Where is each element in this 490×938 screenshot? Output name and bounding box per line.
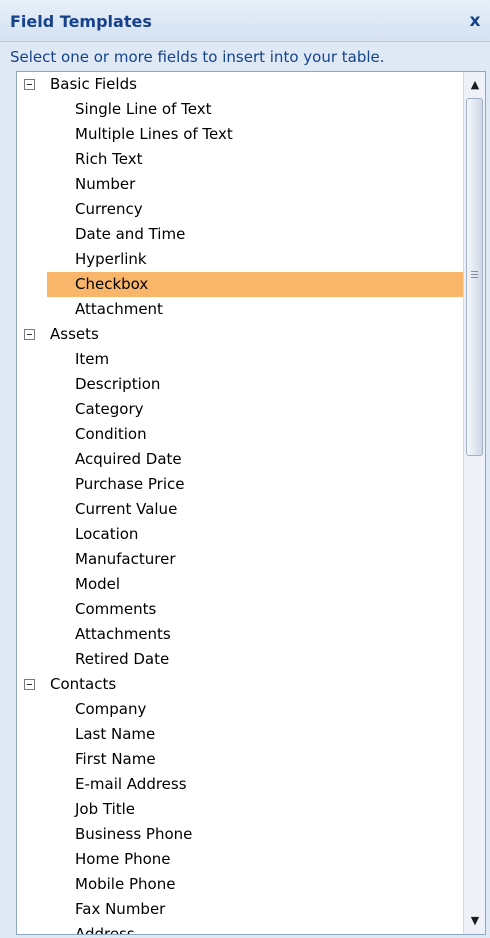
tree-item-label: Address xyxy=(75,925,135,934)
tree-item-label: Last Name xyxy=(75,725,156,743)
tree-item[interactable]: Attachment xyxy=(17,297,463,322)
tree-item[interactable]: Address xyxy=(17,922,463,934)
tree-item-label: Multiple Lines of Text xyxy=(75,125,233,143)
tree-item[interactable]: Retired Date xyxy=(17,647,463,672)
tree-item-selected[interactable]: Checkbox xyxy=(47,272,463,297)
tree-item-label: Company xyxy=(75,700,147,718)
tree-item[interactable]: Condition xyxy=(17,422,463,447)
tree-item-label: Condition xyxy=(75,425,147,443)
tree-item-label: Job Title xyxy=(75,800,136,818)
collapse-icon[interactable] xyxy=(24,79,35,90)
tree-item-label: Purchase Price xyxy=(75,475,185,493)
tree-item-label: Number xyxy=(75,175,136,193)
tree-item-label: Checkbox xyxy=(75,275,149,293)
close-icon[interactable]: x xyxy=(464,10,486,32)
arrow-up-icon[interactable]: ▲ xyxy=(464,74,485,96)
tree-item[interactable]: Hyperlink xyxy=(17,247,463,272)
tree-item[interactable]: Business Phone xyxy=(17,822,463,847)
tree-item-label: Single Line of Text xyxy=(75,100,212,118)
pane-title: Field Templates xyxy=(10,12,152,31)
tree-item[interactable]: First Name xyxy=(17,747,463,772)
tree-item-label: Rich Text xyxy=(75,150,143,168)
tree-item-label: Category xyxy=(75,400,144,418)
tree-item[interactable]: Number xyxy=(17,172,463,197)
tree-item[interactable]: Comments xyxy=(17,597,463,622)
tree-item[interactable]: Rich Text xyxy=(17,147,463,172)
tree-item[interactable]: Job Title xyxy=(17,797,463,822)
tree-item[interactable]: Description xyxy=(17,372,463,397)
field-tree: Basic Fields Single Line of Text Multiple … xyxy=(17,72,463,934)
tree-item[interactable]: Multiple Lines of Text xyxy=(17,122,463,147)
tree-item-label: Date and Time xyxy=(75,225,186,243)
vertical-scrollbar[interactable]: ▲ ▼ xyxy=(463,72,485,934)
tree-item[interactable]: Fax Number xyxy=(17,897,463,922)
field-list: Basic Fields Single Line of Text Multiple … xyxy=(16,71,486,935)
tree-item-label: Item xyxy=(75,350,110,368)
tree-item[interactable]: Date and Time xyxy=(17,222,463,247)
tree-item-label: Model xyxy=(75,575,121,593)
tree-item[interactable]: Model xyxy=(17,572,463,597)
tree-item[interactable]: Last Name xyxy=(17,722,463,747)
tree-item-label: Attachment xyxy=(75,300,163,318)
tree-item[interactable]: Manufacturer xyxy=(17,547,463,572)
tree-item-label: Mobile Phone xyxy=(75,875,176,893)
tree-item-label: Retired Date xyxy=(75,650,170,668)
tree-group-contacts[interactable]: Contacts xyxy=(17,672,463,697)
tree-item[interactable]: Home Phone xyxy=(17,847,463,872)
tree-item[interactable]: E-mail Address xyxy=(17,772,463,797)
tree-item-label: Business Phone xyxy=(75,825,193,843)
tree-item[interactable]: Attachments xyxy=(17,622,463,647)
tree-item[interactable]: Item xyxy=(17,347,463,372)
tree-item-label: Fax Number xyxy=(75,900,166,918)
tree-group-basic-fields[interactable]: Basic Fields xyxy=(17,72,463,97)
tree-item[interactable]: Single Line of Text xyxy=(17,97,463,122)
pane-title-bar: Field Templates x xyxy=(0,0,490,42)
tree-item-label: Manufacturer xyxy=(75,550,176,568)
collapse-icon[interactable] xyxy=(24,329,35,340)
tree-item[interactable]: Company xyxy=(17,697,463,722)
tree-item-label: E-mail Address xyxy=(75,775,187,793)
grip-icon xyxy=(471,271,478,279)
tree-item-label: Hyperlink xyxy=(75,250,147,268)
instructions-text: Select one or more fields to insert into… xyxy=(10,48,385,66)
tree-item-label: First Name xyxy=(75,750,156,768)
tree-item[interactable]: Location xyxy=(17,522,463,547)
tree-item-label: Home Phone xyxy=(75,850,171,868)
tree-item-label: Comments xyxy=(75,600,157,618)
tree-group-label: Basic Fields xyxy=(50,75,137,93)
scroll-thumb[interactable] xyxy=(466,98,483,456)
tree-item-label: Currency xyxy=(75,200,143,218)
tree-item[interactable]: Current Value xyxy=(17,497,463,522)
tree-item[interactable]: Acquired Date xyxy=(17,447,463,472)
field-templates-pane: Field Templates x Select one or more fie… xyxy=(0,0,490,938)
tree-item[interactable]: Purchase Price xyxy=(17,472,463,497)
tree-item[interactable]: Currency xyxy=(17,197,463,222)
tree-item-label: Location xyxy=(75,525,139,543)
tree-group-assets[interactable]: Assets xyxy=(17,322,463,347)
tree-group-label: Contacts xyxy=(50,675,117,693)
tree-item[interactable]: Mobile Phone xyxy=(17,872,463,897)
arrow-down-icon[interactable]: ▼ xyxy=(464,910,485,932)
tree-item-label: Current Value xyxy=(75,500,178,518)
collapse-icon[interactable] xyxy=(24,679,35,690)
tree-group-label: Assets xyxy=(50,325,99,343)
tree-item-label: Attachments xyxy=(75,625,171,643)
tree-item-label: Description xyxy=(75,375,161,393)
tree-item[interactable]: Category xyxy=(17,397,463,422)
tree-item-label: Acquired Date xyxy=(75,450,182,468)
